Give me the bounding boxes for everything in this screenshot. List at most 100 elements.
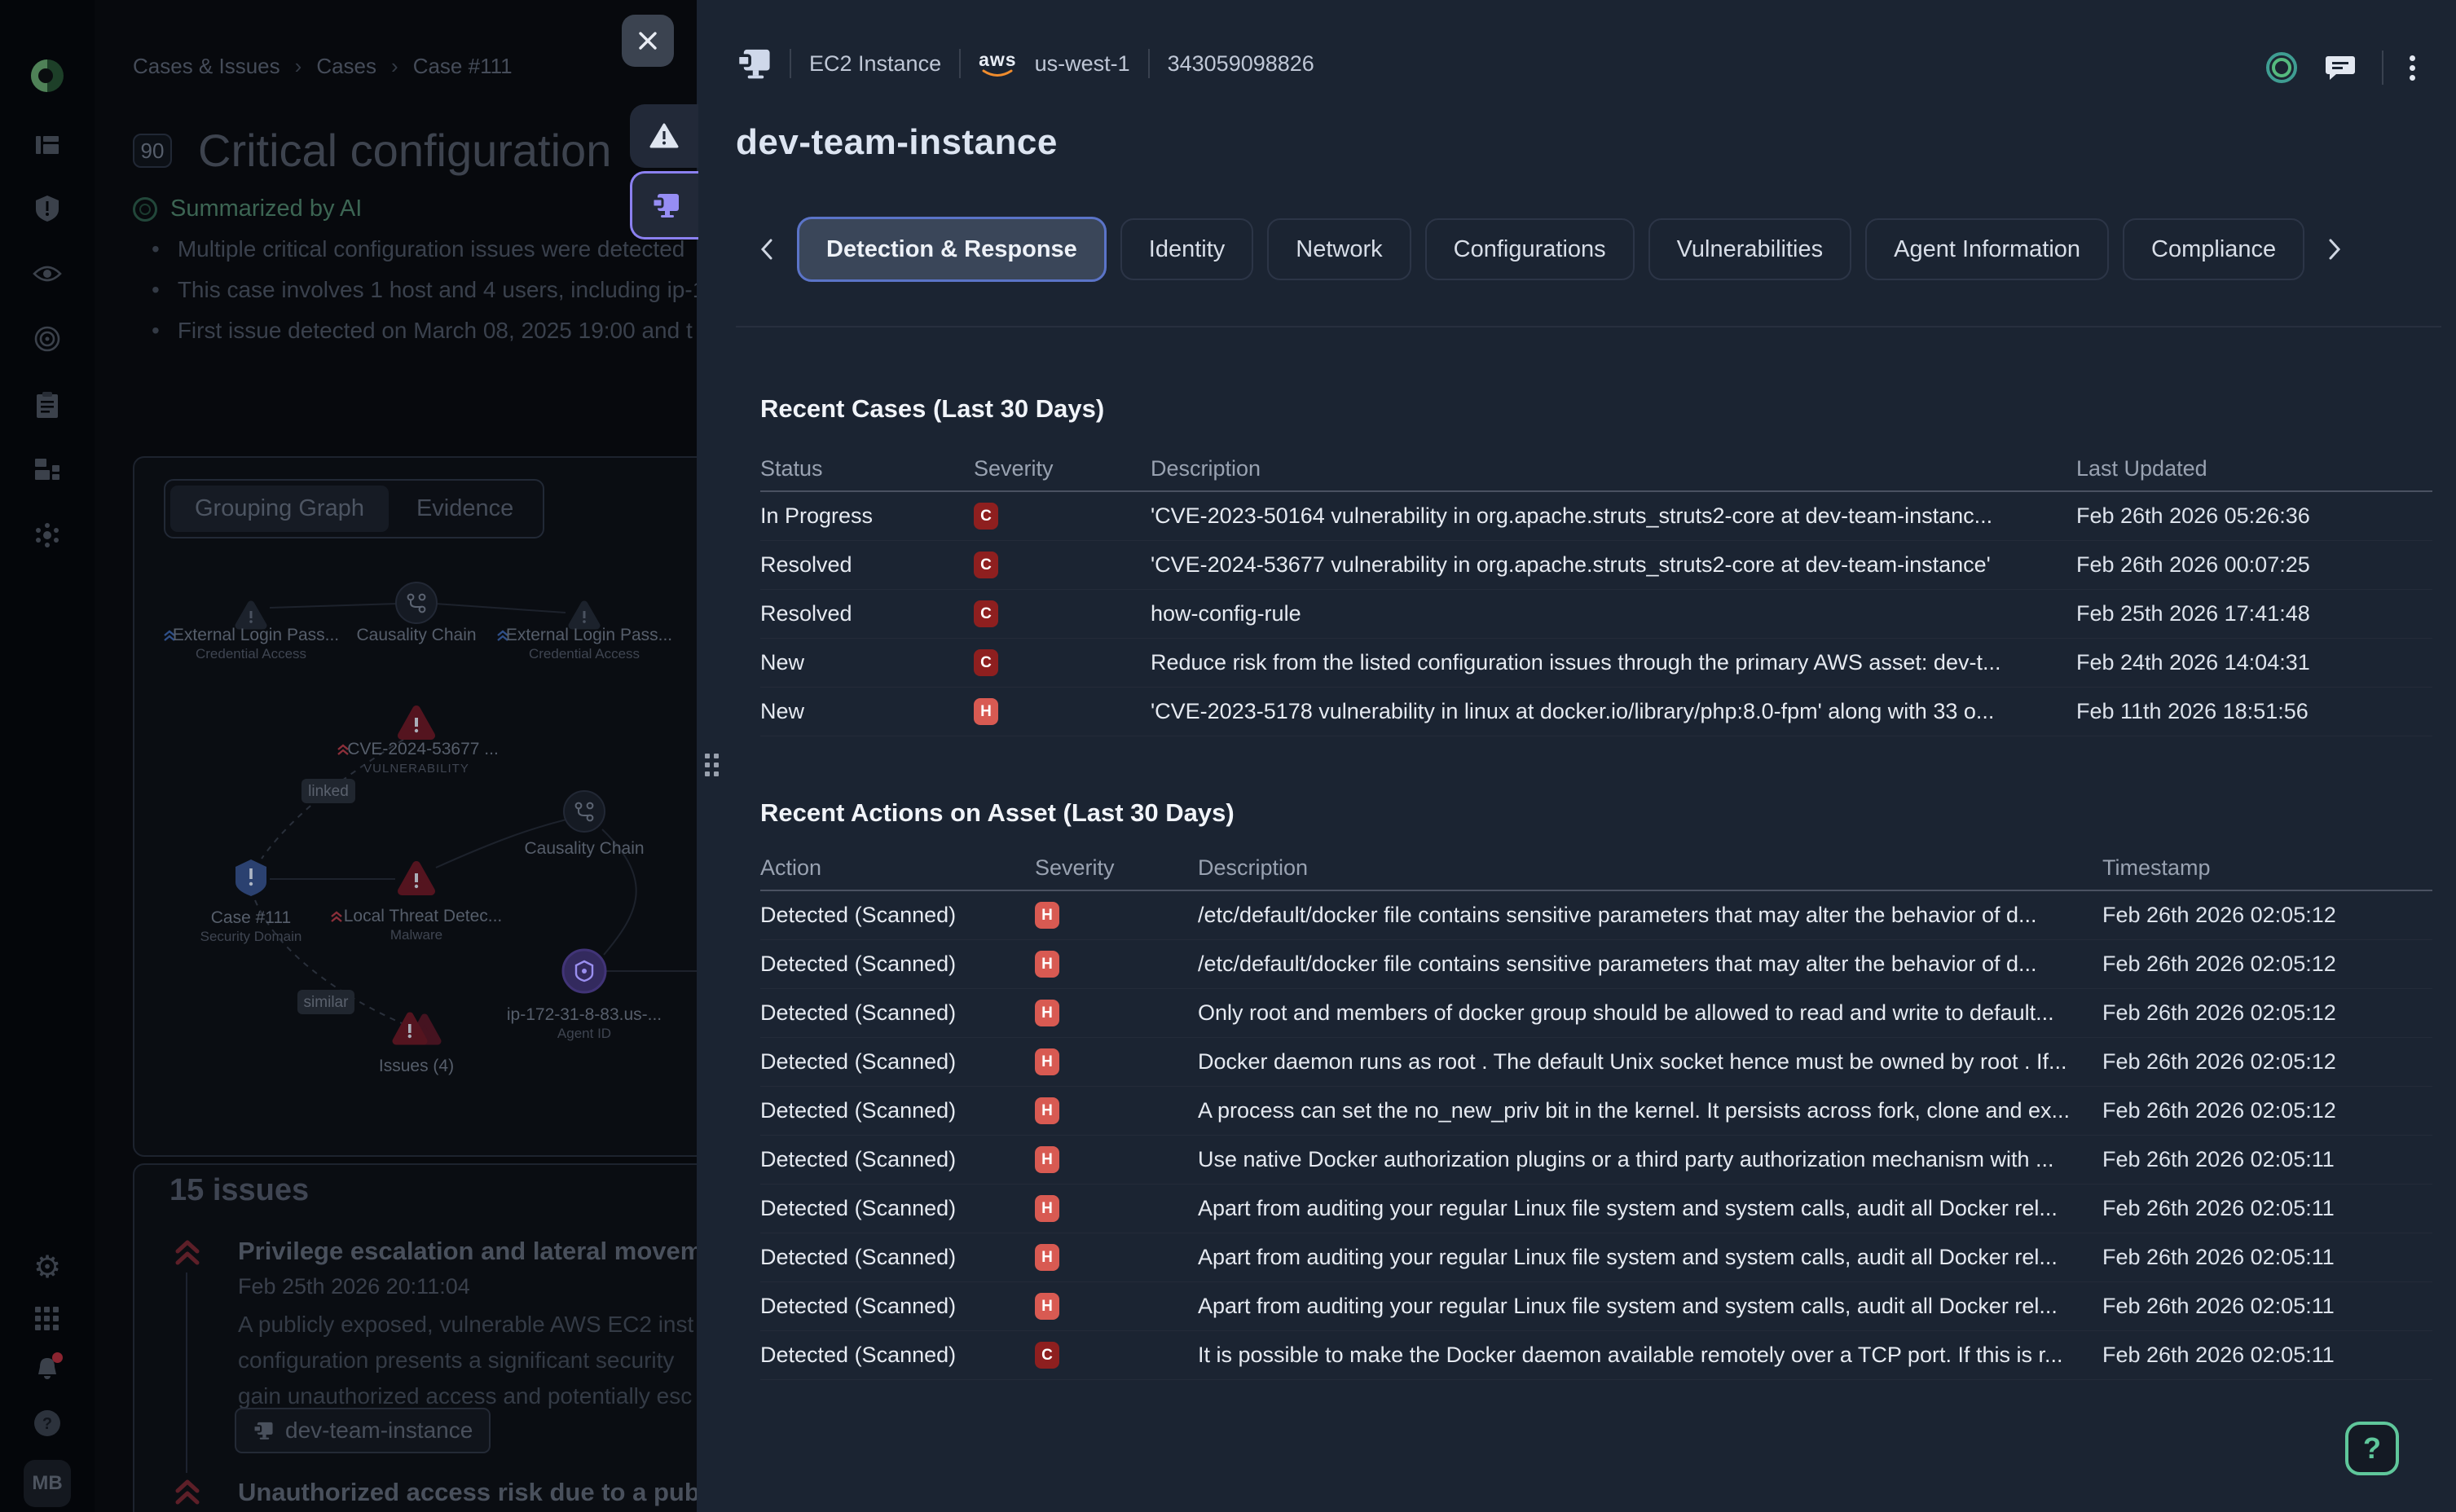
action-cell: Detected (Scanned) xyxy=(760,1294,1035,1319)
table-row[interactable]: Detected (Scanned) H /etc/default/docker… xyxy=(760,891,2432,940)
svg-text:Case #111: Case #111 xyxy=(211,908,291,927)
apps-grid-icon[interactable] xyxy=(29,1300,66,1338)
timestamp-cell: Feb 26th 2026 02:05:11 xyxy=(2102,1196,2432,1221)
user-avatar[interactable]: MB xyxy=(24,1460,71,1507)
panel-tab[interactable]: Identity xyxy=(1120,218,1254,280)
table-header: Status Severity Description Last Updated xyxy=(760,446,2432,492)
action-cell: Detected (Scanned) xyxy=(760,1196,1035,1221)
ai-rings-icon[interactable] xyxy=(2265,51,2299,85)
edge-label-linked: linked xyxy=(301,779,355,803)
action-cell: Detected (Scanned) xyxy=(760,1000,1035,1026)
tabs-scroll-right[interactable] xyxy=(2318,225,2351,274)
graph-node-causality-chain-1[interactable]: Causality Chain xyxy=(356,582,476,644)
help-button[interactable]: ? xyxy=(2345,1422,2399,1475)
table-row[interactable]: Detected (Scanned) H Use native Docker a… xyxy=(760,1136,2432,1185)
close-panel-button[interactable] xyxy=(622,15,674,67)
timestamp-cell: Feb 26th 2026 02:05:11 xyxy=(2102,1343,2432,1368)
breadcrumb-item: Case #111 xyxy=(413,54,513,79)
severity-badge: C xyxy=(974,503,998,530)
panel-tab[interactable]: Network xyxy=(1267,218,1411,280)
issue-title[interactable]: Unauthorized access risk due to a public… xyxy=(238,1478,770,1507)
table-body: Detected (Scanned) H /etc/default/docker… xyxy=(760,891,2432,1380)
panel-tab[interactable]: Detection & Response xyxy=(797,217,1107,282)
status-cell: In Progress xyxy=(760,503,974,529)
timestamp-cell: Feb 26th 2026 05:26:36 xyxy=(2076,503,2432,529)
clipboard-icon[interactable] xyxy=(29,386,66,424)
issue-description: A publicly exposed, vulnerable AWS EC2 i… xyxy=(238,1307,693,1414)
description-cell: Only root and members of docker group sh… xyxy=(1198,1000,2102,1026)
asset-side-tab-active[interactable] xyxy=(630,171,698,240)
issues-count-heading: 15 issues xyxy=(169,1173,309,1208)
table-row[interactable]: Detected (Scanned) H Only root and membe… xyxy=(760,989,2432,1038)
table-row[interactable]: Resolved C how-config-rule Feb 25th 2026… xyxy=(760,590,2432,639)
table-row[interactable]: New C Reduce risk from the listed config… xyxy=(760,639,2432,688)
breadcrumb-item[interactable]: Cases & Issues xyxy=(133,54,280,79)
settings-icon[interactable]: ⚙ xyxy=(29,1248,66,1286)
table-row[interactable]: Detected (Scanned) H Docker daemon runs … xyxy=(760,1038,2432,1087)
brand-logo[interactable] xyxy=(29,57,66,94)
asset-title: dev-team-instance xyxy=(736,122,1058,163)
graph-node-causality-chain-2[interactable]: Causality Chain xyxy=(524,791,644,858)
graph-node-local-threat[interactable]: Local Threat Detec... Malware xyxy=(332,865,502,943)
description-cell: 'CVE-2023-50164 vulnerability in org.apa… xyxy=(1151,503,2076,529)
table-row[interactable]: Detected (Scanned) H Apart from auditing… xyxy=(760,1233,2432,1282)
table-row[interactable]: Detected (Scanned) H Apart from auditing… xyxy=(760,1282,2432,1331)
account-id: 343059098826 xyxy=(1168,51,1314,77)
more-menu-icon[interactable] xyxy=(2410,51,2415,85)
table-row[interactable]: Detected (Scanned) H /etc/default/docker… xyxy=(760,940,2432,989)
severity-chevrons-icon xyxy=(171,1476,204,1509)
breadcrumb-item[interactable]: Cases xyxy=(316,54,376,79)
graph-node-external-login-1[interactable]: External Login Pass... Credential Access xyxy=(165,604,339,662)
timestamp-cell: Feb 26th 2026 02:05:12 xyxy=(2102,952,2432,977)
table-header: Action Severity Description Timestamp xyxy=(760,846,2432,891)
panel-tab[interactable]: Configurations xyxy=(1425,218,1635,280)
severity-badge: C xyxy=(1035,1342,1059,1369)
graph-node-case-111[interactable]: Case #111 Security Domain xyxy=(200,859,302,944)
table-row[interactable]: In Progress C 'CVE-2023-50164 vulnerabil… xyxy=(760,492,2432,541)
target-icon[interactable] xyxy=(29,320,66,358)
status-cell: New xyxy=(760,650,974,675)
panel-tab[interactable]: Agent Information xyxy=(1865,218,2109,280)
svg-text:External Login Pass...: External Login Pass... xyxy=(173,626,339,644)
svg-text:Malware: Malware xyxy=(390,927,442,943)
graph-node-issues[interactable]: Issues (4) xyxy=(379,1016,454,1075)
panel-header: EC2 Instance aws us-west-1 343059098826 xyxy=(736,47,1314,80)
table-body: In Progress C 'CVE-2023-50164 vulnerabil… xyxy=(760,492,2432,736)
table-row[interactable]: Detected (Scanned) C It is possible to m… xyxy=(760,1331,2432,1380)
severity-badge: H xyxy=(1035,1293,1059,1320)
graph-node-external-login-2[interactable]: External Login Pass... Credential Access xyxy=(498,604,672,662)
table-row[interactable]: Detected (Scanned) H Apart from auditing… xyxy=(760,1185,2432,1233)
graph-node-agent[interactable]: ip-172-31-8-83.us-... Agent ID xyxy=(507,950,662,1041)
monitor-icon xyxy=(651,192,680,218)
eye-icon[interactable] xyxy=(29,255,66,292)
description-cell: A process can set the no_new_priv bit in… xyxy=(1198,1098,2102,1123)
help-icon[interactable]: ? xyxy=(29,1404,66,1442)
warning-triangle-icon xyxy=(649,123,679,149)
summary-bullet: •First issue detected on March 08, 2025 … xyxy=(152,318,693,344)
timestamp-cell: Feb 26th 2026 00:07:25 xyxy=(2076,552,2432,578)
timestamp-cell: Feb 26th 2026 02:05:11 xyxy=(2102,1147,2432,1172)
svg-text:VULNERABILITY: VULNERABILITY xyxy=(363,762,469,776)
description-cell: Reduce risk from the listed configuratio… xyxy=(1151,650,2076,675)
boards-icon[interactable] xyxy=(29,126,66,164)
spark-icon[interactable] xyxy=(29,516,66,554)
tabs-scroll-left[interactable] xyxy=(750,225,783,274)
panel-tab[interactable]: Compliance xyxy=(2123,218,2304,280)
panel-resize-handle[interactable] xyxy=(705,754,719,776)
table-row[interactable]: New H 'CVE-2023-5178 vulnerability in li… xyxy=(760,688,2432,736)
asset-tag-chip[interactable]: dev-team-instance xyxy=(235,1408,491,1453)
severity-badge: C xyxy=(974,552,998,578)
table-row[interactable]: Detected (Scanned) H A process can set t… xyxy=(760,1087,2432,1136)
panel-tab[interactable]: Vulnerabilities xyxy=(1648,218,1851,280)
alerts-side-tab[interactable] xyxy=(630,104,698,168)
table-row[interactable]: Resolved C 'CVE-2024-53677 vulnerability… xyxy=(760,541,2432,590)
bell-icon[interactable] xyxy=(29,1351,66,1388)
ai-icon xyxy=(133,197,157,222)
org-icon[interactable] xyxy=(29,451,66,488)
issue-timeline xyxy=(186,1272,187,1473)
grouping-graph[interactable]: linked similar External Login Pass... Cr… xyxy=(133,456,703,1155)
panel-tabs: Detection & Response Identity Network Co… xyxy=(797,217,2304,282)
shield-alert-icon[interactable] xyxy=(29,190,66,227)
chat-icon[interactable] xyxy=(2325,53,2356,82)
severity-badge: H xyxy=(1035,902,1059,929)
